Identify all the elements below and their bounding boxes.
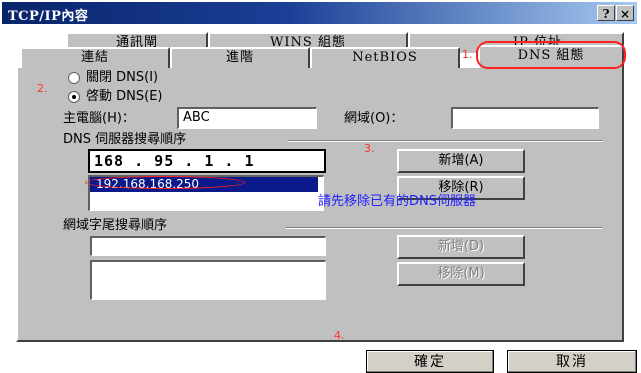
server-order-divider: [288, 140, 602, 142]
enable-dns-label: 啓動 DNS(E): [86, 89, 163, 104]
dns-server-ip-input[interactable]: 168 . 95 . 1 . 1: [88, 149, 326, 173]
host-field[interactable]: ABC: [177, 107, 317, 129]
annotation-arrow: [85, 176, 245, 189]
suffix-input[interactable]: [90, 236, 326, 256]
domain-field[interactable]: [451, 107, 599, 129]
annotation-4: 4.: [334, 329, 345, 342]
annotation-3: 3.: [364, 142, 375, 155]
annotation-2: 2.: [37, 82, 48, 95]
annotation-1: 1.: [462, 48, 473, 61]
title-bar: TCP/IP內容 ? ×: [2, 2, 637, 24]
remove-suffix-button[interactable]: 移除(M): [397, 262, 525, 286]
add-dns-server-button[interactable]: 新增(A): [397, 149, 525, 173]
disable-dns-radio[interactable]: [68, 72, 80, 84]
suffix-order-divider: [286, 227, 602, 229]
suffix-order-label: 網域字尾搜尋順序: [63, 218, 168, 233]
enable-dns-radio[interactable]: [68, 91, 80, 103]
cancel-button[interactable]: 取消: [507, 350, 637, 373]
tcpip-properties-dialog: TCP/IP內容 ? × 通訊閘 WINS 組態 IP 位址 連結 進階 Net…: [0, 0, 641, 373]
close-button[interactable]: ×: [616, 5, 634, 21]
tab-advanced[interactable]: 進階: [170, 47, 310, 68]
tab-netbios[interactable]: NetBIOS: [310, 47, 460, 68]
dns-tab-highlight: [476, 41, 626, 69]
ok-button[interactable]: 確定: [366, 350, 494, 373]
tab-bindings[interactable]: 連結: [20, 47, 170, 68]
domain-label: 網域(O)：: [344, 111, 404, 126]
help-button[interactable]: ?: [597, 5, 615, 21]
host-label: 主電腦(H)：: [63, 111, 135, 126]
remove-hint-text: 請先移除已有的DNS伺服器: [318, 194, 476, 209]
add-suffix-button[interactable]: 新增(D): [397, 235, 525, 259]
window-title: TCP/IP內容: [8, 9, 89, 24]
disable-dns-label: 關閉 DNS(I): [86, 70, 159, 85]
suffix-list[interactable]: [90, 260, 326, 300]
server-order-label: DNS 伺服器搜尋順序: [63, 132, 187, 147]
